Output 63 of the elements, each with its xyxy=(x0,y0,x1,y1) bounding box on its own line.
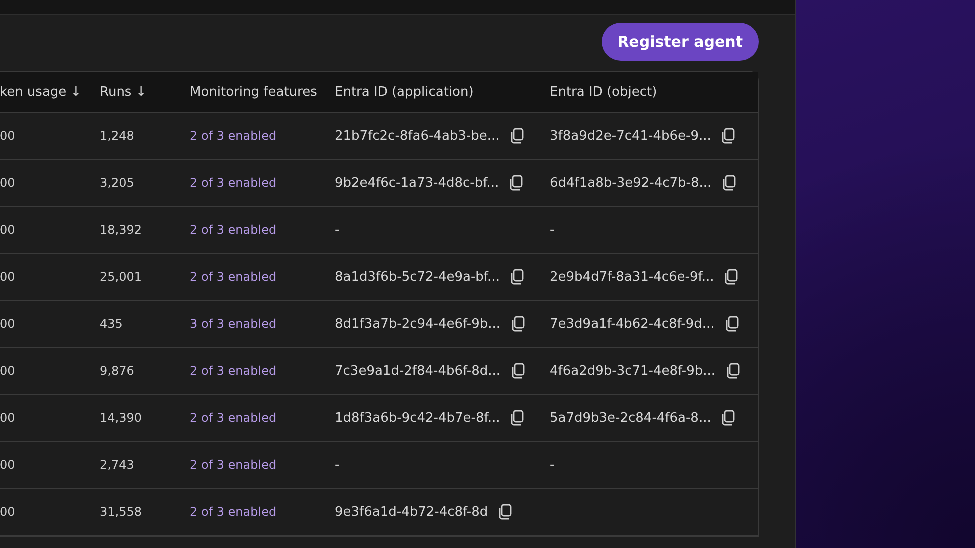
copy-icon[interactable] xyxy=(726,363,740,379)
id-text: 5a7d9b3e-2c84-4f6a-8... xyxy=(550,410,712,426)
table-cell-text: 18,392 xyxy=(100,223,143,237)
monitoring-link[interactable]: 2 of 3 enabled xyxy=(190,458,335,472)
table-cell-text: 00 xyxy=(0,411,16,425)
id-text: 2e9b4d7f-8a31-4c6e-9f... xyxy=(550,270,714,284)
register-agent-button[interactable]: Register agent xyxy=(602,23,759,61)
id-text: 9e3f6a1d-4b72-4c8f-8d xyxy=(335,504,488,520)
copy-icon[interactable] xyxy=(510,269,524,285)
id-text: - xyxy=(335,222,340,238)
table-cell-text: 00 xyxy=(0,223,16,237)
column-header[interactable]: Entra ID (object) xyxy=(550,84,758,100)
id-text: - xyxy=(335,458,340,472)
table-cell-text: 00 xyxy=(0,505,16,519)
monitoring-link[interactable]: 2 of 3 enabled xyxy=(190,364,335,378)
copy-icon[interactable] xyxy=(724,316,739,332)
id-text: 1d8f3a6b-9c42-4b7e-8f... xyxy=(335,410,500,426)
id-text: 8a1d3f6b-5c72-4e9a-bf... xyxy=(335,270,500,284)
monitoring-link[interactable]: 2 of 3 enabled xyxy=(190,505,335,519)
copy-icon[interactable] xyxy=(724,269,738,285)
monitoring-link[interactable]: 2 of 3 enabled xyxy=(190,176,335,190)
column-header[interactable]: Entra ID (application) xyxy=(335,84,550,100)
column-header[interactable]: ken usage ↓ xyxy=(0,84,100,100)
monitoring-link[interactable]: 2 of 3 enabled xyxy=(190,129,335,143)
monitoring-link[interactable]: 2 of 3 enabled xyxy=(190,411,335,425)
id-text: 6d4f1a8b-3e92-4c7b-8... xyxy=(550,176,712,190)
table-cell-text: 00 xyxy=(0,317,16,331)
id-text: 7c3e9a1d-2f84-4b6f-8d... xyxy=(335,364,500,378)
id-text: 7e3d9a1f-4b62-4c8f-9d... xyxy=(550,316,715,332)
copy-icon[interactable] xyxy=(510,316,524,332)
copy-icon[interactable] xyxy=(510,363,524,379)
copy-icon[interactable] xyxy=(510,128,524,144)
monitoring-link[interactable]: 2 of 3 enabled xyxy=(190,270,335,284)
table-cell-text: 3,205 xyxy=(100,176,136,190)
table-cell-text: 14,390 xyxy=(100,411,143,425)
table-cell-text: 00 xyxy=(0,270,16,284)
table-cell-text: 00 xyxy=(0,458,16,472)
table-cell-text: 435 xyxy=(100,317,124,331)
table-cell-text: 00 xyxy=(0,176,16,190)
id-text: - xyxy=(550,222,555,238)
table-cell-text: 1,248 xyxy=(100,129,136,143)
table-cell-text: 00 xyxy=(0,364,16,378)
copy-icon[interactable] xyxy=(510,410,524,426)
column-header[interactable]: Monitoring features xyxy=(190,84,335,100)
copy-icon[interactable] xyxy=(721,410,736,426)
id-text: 9b2e4f6c-1a73-4d8c-bf... xyxy=(335,176,500,190)
table-cell-text: 25,001 xyxy=(100,270,143,284)
column-header[interactable]: Runs ↓ xyxy=(100,84,190,100)
monitoring-link[interactable]: 3 of 3 enabled xyxy=(190,317,335,331)
copy-icon[interactable] xyxy=(721,128,736,144)
table-cell-text: 00 xyxy=(0,129,16,143)
id-text: 21b7fc2c-8fa6-4ab3-be... xyxy=(335,128,500,144)
id-text: 4f6a2d9b-3c71-4e8f-9b... xyxy=(550,364,716,378)
monitoring-link[interactable]: 2 of 3 enabled xyxy=(190,223,335,237)
id-text: 3f8a9d2e-7c41-4b6e-9... xyxy=(550,128,712,144)
id-text: - xyxy=(550,458,555,472)
copy-icon[interactable] xyxy=(509,175,524,191)
copy-icon[interactable] xyxy=(498,504,512,520)
table-cell-text: 2,743 xyxy=(100,458,136,472)
table-cell-text: 31,558 xyxy=(100,505,143,519)
id-text: 8d1f3a7b-2c94-4e6f-9b... xyxy=(335,316,500,332)
copy-icon[interactable] xyxy=(722,175,736,191)
table-cell-text: 9,876 xyxy=(100,364,136,378)
